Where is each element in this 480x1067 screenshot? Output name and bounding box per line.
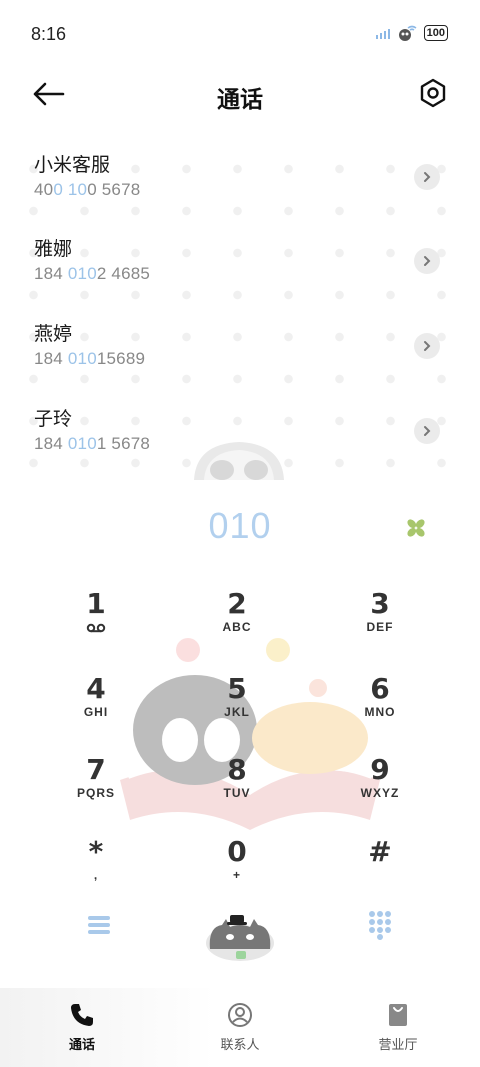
key-1[interactable]: 1 bbox=[36, 582, 156, 658]
status-icons: 100 bbox=[375, 24, 448, 42]
key-4[interactable]: 4 GHI bbox=[36, 667, 156, 743]
page-title: 通话 bbox=[217, 86, 263, 112]
contact-name: 小米客服 bbox=[34, 155, 111, 176]
key-7[interactable]: 7 PQRS bbox=[36, 748, 156, 824]
shop-bag-icon bbox=[389, 1004, 407, 1026]
contact-number: 184 01015689 bbox=[34, 349, 146, 368]
chevron-right-icon[interactable] bbox=[414, 248, 440, 274]
phone-icon bbox=[71, 1004, 93, 1026]
voicemail-icon bbox=[86, 623, 106, 633]
tab-shop[interactable]: 营业厅 bbox=[318, 988, 478, 1067]
header: 通话 bbox=[0, 66, 480, 122]
battery-indicator: 100 bbox=[423, 25, 448, 41]
contact-number: 400 100 5678 bbox=[34, 180, 141, 199]
key-8[interactable]: 8 TUV bbox=[177, 748, 297, 824]
settings-hexagon-icon[interactable] bbox=[418, 78, 448, 108]
keypad-toggle-icon[interactable] bbox=[368, 910, 392, 940]
contact-name: 雅娜 bbox=[34, 239, 73, 260]
contact-name: 子玲 bbox=[34, 409, 73, 430]
key-5[interactable]: 5 JKL bbox=[177, 667, 297, 743]
cat-mascot-peek-icon bbox=[194, 442, 284, 480]
chevron-right-icon[interactable] bbox=[414, 164, 440, 190]
key-hash[interactable]: # bbox=[320, 830, 440, 906]
tab-label: 通话 bbox=[68, 1037, 95, 1052]
contacts-icon bbox=[228, 1003, 252, 1027]
status-time: 8:16 bbox=[31, 24, 67, 44]
key-0[interactable]: 0 + bbox=[177, 830, 297, 906]
tab-calls[interactable]: 通话 bbox=[2, 988, 162, 1067]
contact-row[interactable]: 小米客服 400 100 5678 bbox=[0, 140, 480, 224]
delete-clover-icon[interactable] bbox=[404, 516, 428, 540]
bottom-tab-bar: 通话 联系人 营业厅 bbox=[0, 988, 480, 1067]
key-star[interactable]: *, bbox=[36, 830, 156, 906]
tab-label: 联系人 bbox=[220, 1037, 260, 1052]
status-bar: 8:16 100 bbox=[0, 0, 480, 66]
chevron-right-icon[interactable] bbox=[414, 333, 440, 359]
key-2[interactable]: 2 ABC bbox=[177, 582, 297, 658]
key-3[interactable]: 3 DEF bbox=[320, 582, 440, 658]
key-6[interactable]: 6 MNO bbox=[320, 667, 440, 743]
contact-name: 燕婷 bbox=[34, 324, 73, 345]
key-9[interactable]: 9 WXYZ bbox=[320, 748, 440, 824]
tab-contacts[interactable]: 联系人 bbox=[160, 988, 320, 1067]
menu-icon[interactable] bbox=[85, 912, 113, 938]
contact-row[interactable]: 燕婷 184 01015689 bbox=[0, 309, 480, 393]
tab-label: 营业厅 bbox=[378, 1037, 418, 1052]
call-button-cat-icon[interactable] bbox=[200, 905, 280, 965]
chevron-right-icon[interactable] bbox=[414, 418, 440, 444]
signal-icon bbox=[375, 27, 390, 39]
contact-number: 184 0101 5678 bbox=[34, 434, 151, 453]
contact-number: 184 0102 4685 bbox=[34, 264, 151, 283]
contact-row[interactable]: 雅娜 184 0102 4685 bbox=[0, 224, 480, 308]
wifi-icon bbox=[398, 25, 417, 41]
